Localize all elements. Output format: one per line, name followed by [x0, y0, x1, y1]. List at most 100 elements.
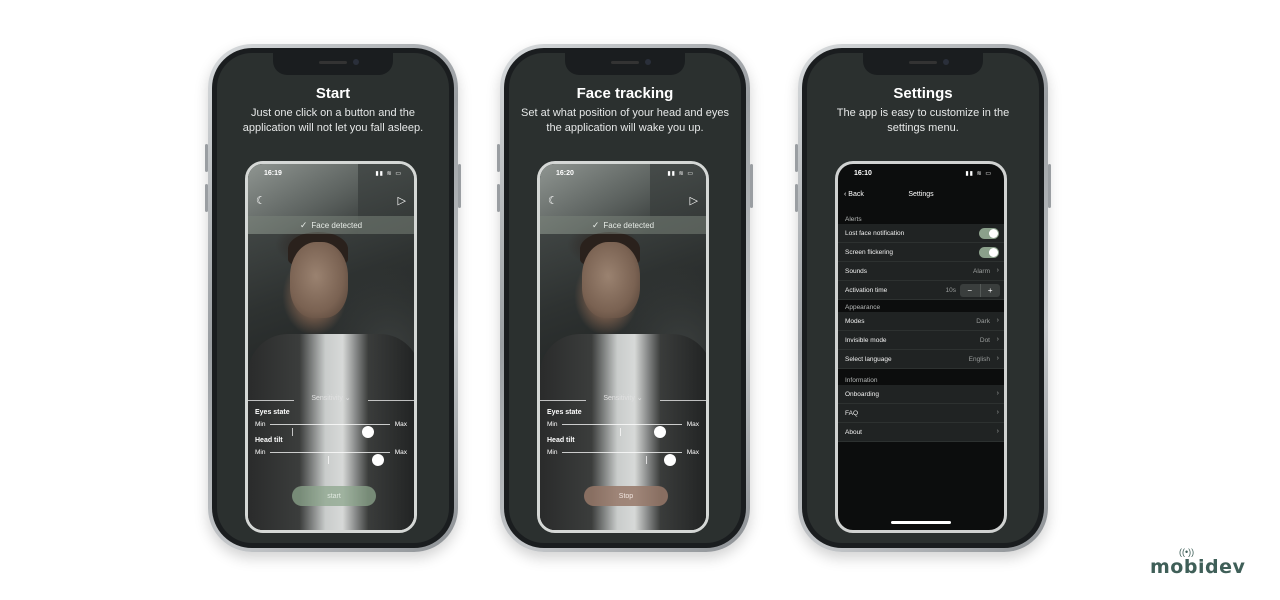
slider-max-label: Max [394, 421, 407, 428]
sensitivity-controls: Sensitivity ⌄ Eyes state Min Max Head ti… [540, 394, 706, 466]
chevron-right-icon: › [996, 428, 999, 435]
setting-value: 10s [945, 287, 956, 294]
slider-knob[interactable] [664, 454, 676, 466]
slider-max-label: Max [394, 449, 407, 456]
screen-flicker-toggle[interactable] [979, 247, 999, 258]
head-tilt-slider[interactable]: Min Max [248, 444, 414, 466]
signal-wifi-battery-icon: ▮▮ ≋ ▭ [965, 171, 992, 177]
setting-value: Dot [979, 337, 990, 344]
eyes-state-label: Eyes state [547, 409, 582, 416]
setting-activation-time: Activation time 10s − + [838, 281, 1004, 300]
setting-onboarding[interactable]: Onboarding › [838, 385, 1004, 404]
setting-lost-face-notification[interactable]: Lost face notification [838, 224, 1004, 243]
signal-wifi-battery-icon: ▮▮ ≋ ▭ [375, 171, 402, 177]
slider-min-label: Min [255, 421, 266, 428]
slider-min-label: Min [547, 421, 558, 428]
setting-label: Lost face notification [845, 230, 905, 237]
setting-label: About [845, 429, 862, 436]
power-button [750, 164, 753, 208]
status-bar: 16:10 ▮▮ ≋ ▭ [838, 170, 1004, 182]
head-tilt-slider[interactable]: Min Max [540, 444, 706, 466]
promo-subtitle: The app is easy to customize in the sett… [836, 107, 1010, 134]
start-button[interactable]: start [292, 486, 376, 506]
sensitivity-label: Sensitivity [603, 395, 635, 402]
promo-title: Face tracking [576, 85, 674, 102]
eyes-state-slider[interactable]: Min Max [540, 416, 706, 438]
volume-button [497, 184, 500, 212]
slider-max-label: Max [686, 449, 699, 456]
setting-sounds[interactable]: Sounds Alarm › [838, 262, 1004, 281]
play-icon[interactable]: ▷ [690, 194, 698, 207]
slider-track[interactable] [270, 424, 390, 438]
phone-screen: Start Just one click on a button and the… [217, 53, 449, 543]
sensitivity-label: Sensitivity [311, 395, 343, 402]
moon-icon[interactable]: ☾ [256, 194, 266, 207]
check-circle-icon: ✓ [591, 219, 600, 230]
check-circle-icon: ✓ [299, 219, 308, 230]
slider-track[interactable] [270, 452, 390, 466]
home-indicator[interactable] [891, 521, 951, 524]
status-time: 16:20 [556, 170, 574, 177]
chevron-right-icon: › [996, 390, 999, 397]
sensitivity-dropdown[interactable]: Sensitivity ⌄ [540, 394, 706, 406]
activation-time-stepper[interactable]: − + [960, 284, 1000, 297]
status-time: 16:10 [854, 170, 872, 177]
notch [863, 53, 983, 75]
head-tilt-label: Head tilt [547, 437, 575, 444]
promo-title: Settings [893, 85, 953, 102]
sensitivity-controls: Sensitivity ⌄ Eyes state Min Max Head ti… [248, 394, 414, 466]
play-icon[interactable]: ▷ [398, 194, 406, 207]
slider-track[interactable] [562, 452, 682, 466]
app-screen-face-tracking: 16:20 ▮▮ ≋ ▭ ☾ ▷ ✓ Face detected Sensiti… [537, 161, 709, 533]
stop-button[interactable]: Stop [584, 486, 668, 506]
setting-value: English [968, 356, 990, 363]
phone-face-tracking: Face tracking Set at what position of yo… [497, 44, 753, 552]
setting-label: Activation time [845, 287, 888, 294]
settings-title: Settings [908, 191, 934, 198]
slider-max-label: Max [686, 421, 699, 428]
promo-title: Start [315, 85, 351, 102]
eyes-state-slider[interactable]: Min Max [248, 416, 414, 438]
volume-button [205, 144, 208, 172]
setting-value: Dark [976, 318, 990, 325]
signal-wifi-battery-icon: ▮▮ ≋ ▭ [667, 171, 694, 177]
increment-button[interactable]: + [981, 284, 1001, 297]
section-title-information: Information [845, 377, 878, 384]
setting-about[interactable]: About › [838, 423, 1004, 442]
face-detected-label: Face detected [603, 220, 655, 230]
volume-button [795, 144, 798, 172]
slider-track[interactable] [562, 424, 682, 438]
face-detected-label: Face detected [311, 220, 363, 230]
slider-min-label: Min [255, 449, 266, 456]
lost-face-toggle[interactable] [979, 228, 999, 239]
moon-icon[interactable]: ☾ [548, 194, 558, 207]
phone-screen: Face tracking Set at what position of yo… [509, 53, 741, 543]
setting-modes[interactable]: Modes Dark › [838, 312, 1004, 331]
sensitivity-dropdown[interactable]: Sensitivity ⌄ [248, 394, 414, 406]
head-tilt-label: Head tilt [255, 437, 283, 444]
setting-screen-flickering[interactable]: Screen flickering [838, 243, 1004, 262]
slider-knob[interactable] [372, 454, 384, 466]
setting-select-language[interactable]: Select language English › [838, 350, 1004, 369]
status-bar: 16:20 ▮▮ ≋ ▭ [540, 170, 706, 182]
setting-invisible-mode[interactable]: Invisible mode Dot › [838, 331, 1004, 350]
chevron-down-icon: ⌄ [344, 395, 351, 402]
volume-button [497, 144, 500, 172]
settings-header: ‹ Back Settings [838, 188, 1004, 204]
promo-subtitle: Just one click on a button and the appli… [242, 107, 424, 134]
section-information: Onboarding › FAQ › About › [838, 385, 1004, 442]
setting-label: Select language [845, 356, 892, 363]
decrement-button[interactable]: − [960, 284, 980, 297]
setting-faq[interactable]: FAQ › [838, 404, 1004, 423]
setting-label: Modes [845, 318, 865, 325]
setting-label: FAQ [845, 410, 859, 417]
chevron-right-icon: › [996, 267, 999, 274]
volume-button [205, 184, 208, 212]
setting-value: Alarm [973, 268, 990, 275]
chevron-right-icon: › [996, 409, 999, 416]
power-button [1048, 164, 1051, 208]
face-detected-banner: ✓ Face detected [248, 216, 414, 234]
section-title-appearance: Appearance [845, 304, 881, 311]
power-button [458, 164, 461, 208]
setting-label: Invisible mode [845, 337, 887, 344]
